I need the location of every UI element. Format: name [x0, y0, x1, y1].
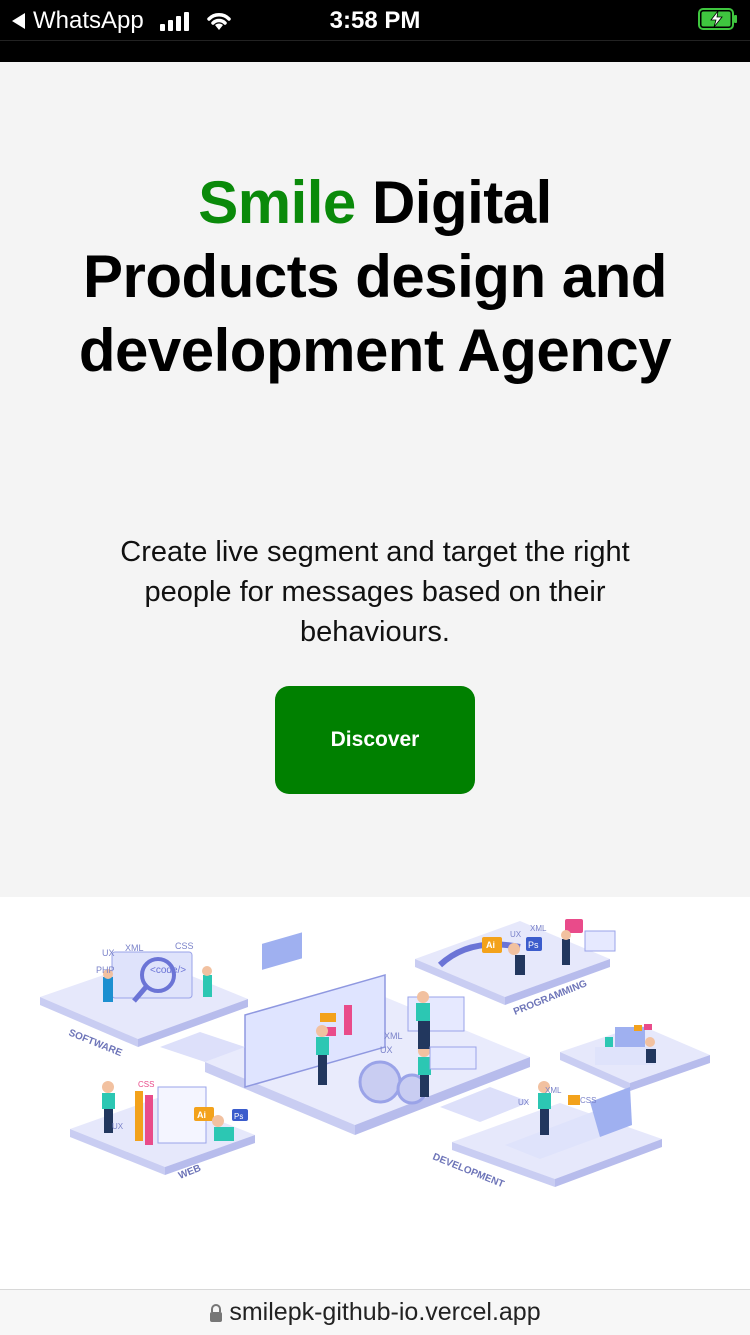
lock-icon — [210, 1303, 223, 1322]
tag-ux: UX — [102, 948, 115, 958]
hero-title: Smile Digital Products design and develo… — [75, 166, 675, 388]
tag-ux-web: UX — [112, 1122, 124, 1131]
status-time: 3:58 PM — [329, 7, 421, 34]
status-bar: WhatsApp 3:58 PM — [0, 0, 750, 40]
tag-xml: XML — [125, 943, 144, 953]
tag-ux-center: UX — [380, 1045, 393, 1055]
tag-css-web: CSS — [138, 1080, 154, 1089]
hero-title-accent: Smile — [198, 169, 356, 236]
window-panel — [262, 932, 302, 970]
tag-code: <code/> — [150, 965, 186, 976]
illustration-graphic: UX XML CSS PHP <code/> SOFTWARE XML UX A… — [40, 919, 710, 1190]
tag-xml-prog: XML — [530, 924, 547, 933]
discover-button[interactable]: Discover — [275, 686, 475, 794]
tag-ps-web: Ps — [234, 1112, 243, 1121]
desk-platform — [560, 1024, 710, 1091]
tag-ux-dev: UX — [518, 1098, 530, 1107]
browser-url-bar[interactable]: smilepk-github-io.vercel.app — [0, 1289, 750, 1335]
tag-ai: Ai — [486, 940, 495, 950]
url-text: smilepk-github-io.vercel.app — [229, 1298, 541, 1326]
hero-section: Smile Digital Products design and develo… — [0, 62, 750, 897]
tag-php: PHP — [96, 965, 115, 975]
tag-ux-prog: UX — [510, 930, 522, 939]
isometric-illustration: UX XML CSS PHP <code/> SOFTWARE XML UX A… — [0, 897, 750, 1289]
tag-xml-dev: XML — [545, 1086, 562, 1095]
tag-css-dev: CSS — [580, 1096, 596, 1105]
hero-title-rest: Digital Products design and development … — [78, 169, 672, 384]
web-platform: Ai Ps CSS UX WEB — [70, 1080, 255, 1182]
tag-ps: Ps — [528, 940, 539, 950]
tag-css: CSS — [175, 941, 194, 951]
tag-xml-center: XML — [384, 1031, 403, 1041]
hero-subtitle: Create live segment and target the right… — [120, 536, 630, 648]
browser-top-strip — [0, 40, 750, 63]
tag-ai-web: Ai — [197, 1110, 206, 1120]
battery-charging-icon — [698, 8, 737, 30]
